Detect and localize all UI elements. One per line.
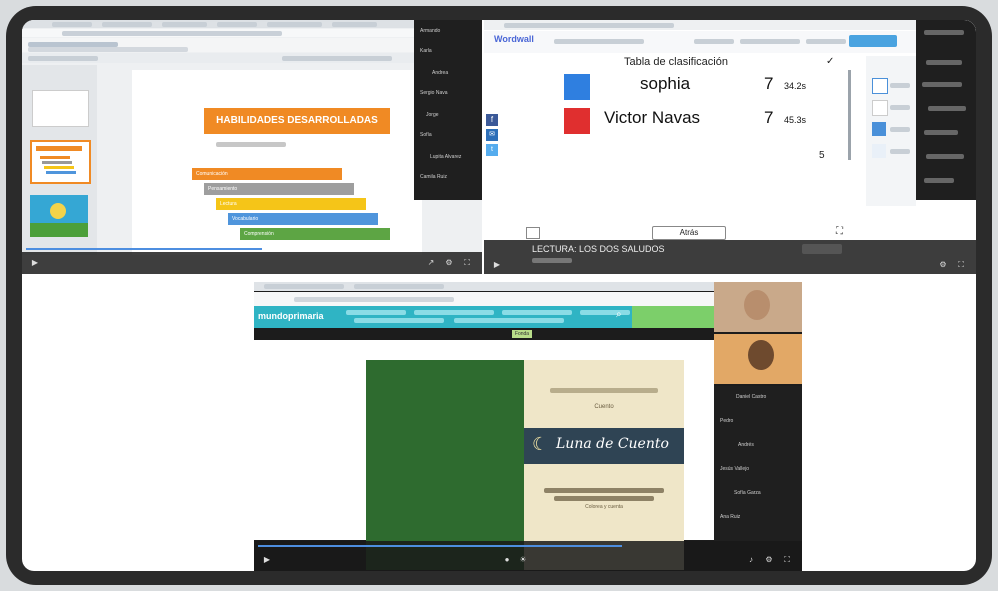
participant-name: Jesús Vallejo — [720, 466, 750, 472]
wordwall-window: Wordwall f ✉ t Tabla de clasificación ✓ … — [484, 20, 976, 274]
participant-name: Camila Ruiz — [420, 174, 447, 180]
book-page-right: Cuento ☾ Luna de Cuento Colorea y cuenta — [524, 360, 684, 570]
leaderboard-title: Tabla de clasificación — [624, 56, 728, 68]
activity-bar: LECTURA: LOS DOS SALUDOS ▶ ⛶ ⚙ — [484, 240, 976, 274]
player-name: sophia — [640, 74, 691, 93]
player-score: 7 — [764, 74, 774, 93]
book-title: Luna de Cuento — [556, 436, 669, 452]
video-tile — [714, 282, 802, 332]
facebook-icon[interactable]: f — [486, 114, 498, 126]
play-icon[interactable]: ▶ — [262, 555, 272, 565]
share-button[interactable] — [802, 244, 842, 254]
slide-thumbnails — [22, 65, 97, 255]
share-icon[interactable]: ↗ — [426, 258, 436, 268]
ad-banner — [632, 306, 714, 328]
participant-name: Andrés — [738, 442, 754, 448]
leaderboard-row: sophia 7 34.2s — [564, 72, 854, 102]
sidebar-toggle[interactable] — [526, 227, 540, 239]
participant-name: Jorge — [426, 112, 439, 118]
participant-name: Ana Ruiz — [720, 514, 741, 520]
thumb-2[interactable] — [30, 140, 91, 184]
slide-canvas: HABILIDADES DESARROLLADAS Comunicación P… — [132, 70, 422, 255]
play-icon[interactable]: ▶ — [30, 258, 40, 268]
thumb-1[interactable] — [32, 90, 89, 127]
player-badge — [564, 74, 590, 100]
play-icon[interactable]: ▶ — [492, 260, 502, 270]
player-score: 7 — [764, 108, 774, 127]
player-time: 34.2s — [784, 81, 807, 91]
fullscreen-icon[interactable]: ⛶ — [836, 226, 843, 237]
search-icon[interactable]: ⌕ — [616, 309, 622, 320]
slides-window: HABILIDADES DESARROLLADAS Comunicación P… — [22, 20, 482, 274]
templates-panel — [866, 56, 916, 206]
progress-bar[interactable] — [258, 545, 622, 547]
participant-name: Sofía — [420, 132, 432, 138]
bar-2: Pensamiento — [204, 183, 354, 195]
site-logo[interactable]: mundoprimaria — [258, 311, 324, 321]
participant-name: Armando — [420, 28, 441, 34]
bar-5: Comprensión — [240, 228, 390, 240]
book-subtitle: Cuento — [594, 404, 614, 410]
header-button[interactable] — [849, 35, 897, 47]
device-frame: HABILIDADES DESARROLLADAS Comunicación P… — [6, 6, 992, 585]
book-footer: Colorea y cuenta — [585, 504, 623, 510]
player-controls: ▶ ● ☀ ⛶ ⚙ ♪ — [254, 541, 802, 571]
book-cover-left — [366, 360, 524, 570]
participants-panel: Armando Karla Andrea Sergio Nava Jorge S… — [414, 20, 482, 200]
fullscreen-icon[interactable]: ⛶ — [956, 260, 966, 270]
participant-name: Karla — [420, 48, 432, 54]
activity-title: LECTURA: LOS DOS SALUDOS — [532, 244, 665, 254]
settings-icon[interactable]: ⚙ — [938, 260, 948, 270]
bar-3: Lectura — [216, 198, 366, 210]
moon-icon: ☾ — [532, 434, 549, 454]
mic-icon[interactable]: ● — [502, 555, 512, 565]
player-time: 45.3s — [784, 115, 807, 125]
participant-name: Pedro — [720, 418, 734, 424]
page-tag: Fonda — [512, 330, 532, 338]
participant-name: Sofía Garza — [734, 490, 761, 496]
player-name: Victor Navas — [604, 108, 701, 127]
thumb-3[interactable] — [30, 195, 88, 237]
twitter-icon[interactable]: t — [486, 144, 498, 156]
lightbulb-icon[interactable]: ☀ — [518, 555, 528, 565]
back-button[interactable]: Atrás — [652, 226, 726, 240]
book: Cuento ☾ Luna de Cuento Colorea y cuenta — [366, 360, 684, 570]
video-tile — [714, 334, 802, 384]
bar-1: Comunicación — [192, 168, 342, 180]
participant-name: Sergio Nava — [420, 90, 448, 96]
bar-4: Vocabulario — [228, 213, 378, 225]
scrollbar[interactable] — [848, 70, 851, 160]
settings-icon[interactable]: ⚙ — [444, 258, 454, 268]
fullscreen-icon[interactable]: ⛶ — [782, 555, 792, 565]
player-badge — [564, 108, 590, 134]
participant-avatar — [748, 340, 774, 370]
reader-window: mundoprimaria ⌕ Fonda Cuento ☾ Luna de C… — [254, 282, 802, 571]
email-icon[interactable]: ✉ — [486, 129, 498, 141]
participant-name: Lupita Alvarez — [430, 154, 462, 160]
participant-name: Daniel Castro — [736, 394, 767, 400]
leaderboard-row: Victor Navas 7 45.3s — [564, 106, 854, 136]
side-number: 5 — [819, 150, 825, 161]
book-title-band: ☾ Luna de Cuento — [524, 428, 684, 464]
settings-icon[interactable]: ⚙ — [764, 555, 774, 565]
participants-panel — [916, 20, 976, 200]
participant-avatar — [744, 290, 770, 320]
slide-title: HABILIDADES DESARROLLADAS — [204, 108, 390, 134]
volume-icon[interactable]: ♪ — [746, 555, 756, 565]
participant-name: Andrea — [432, 70, 449, 76]
screen: HABILIDADES DESARROLLADAS Comunicación P… — [22, 20, 976, 571]
progress-bar[interactable] — [26, 248, 262, 250]
fullscreen-icon[interactable]: ⛶ — [462, 258, 472, 268]
player-controls: ▶ ⛶ ⚙ ↗ — [22, 248, 482, 274]
wordwall-logo[interactable]: Wordwall — [494, 34, 534, 44]
check-icon: ✓ — [826, 56, 835, 67]
